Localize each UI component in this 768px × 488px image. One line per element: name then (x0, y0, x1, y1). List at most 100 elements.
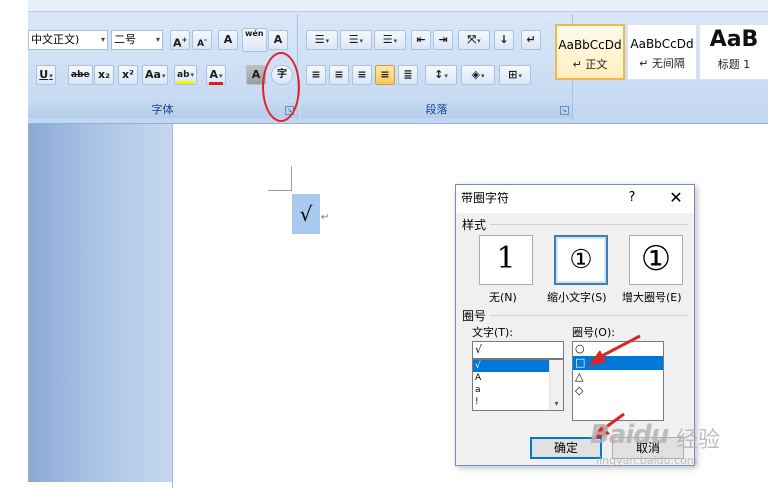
chevron-down-icon: ▾ (325, 37, 330, 45)
distribute-icon: ≣ (403, 68, 413, 81)
clear-format-button[interactable]: A (218, 30, 238, 50)
selected-character[interactable]: √ (292, 194, 320, 234)
listbox-scrollbar[interactable]: ▾ (549, 360, 563, 410)
align-left-icon: ≡ (311, 68, 321, 81)
subscript-button[interactable]: x₂ (94, 65, 114, 85)
line-spacing-button[interactable]: ↕▾ (425, 65, 457, 85)
style-no-spacing[interactable]: AaBbCcDd ↵ 无间隔 (627, 24, 697, 80)
chevron-down-icon: ▾ (161, 72, 166, 80)
chevron-down-icon: ▾ (49, 72, 53, 80)
circle-field-label: 圈号(O): (572, 326, 615, 339)
grow-font-sup: + (181, 36, 188, 44)
dialog-title: 带圈字符 (456, 185, 694, 213)
help-icon[interactable]: ? (622, 185, 642, 213)
text-listbox[interactable]: √ A a ! ▾ (472, 359, 564, 411)
watermark-url: jingyan.baidu.com (596, 454, 698, 467)
strikethrough-button[interactable]: abe (68, 65, 93, 85)
watermark: Baidu 经验 jingyan.baidu.com (590, 420, 740, 480)
list-item[interactable]: □ (573, 356, 663, 370)
phonetic-guide-button[interactable]: wén (242, 28, 267, 52)
style-option-enlarge-symbol[interactable]: ① (629, 235, 683, 285)
font-group-label: 字体 (28, 102, 297, 118)
clear-format-icon: A (223, 33, 233, 46)
borders-button[interactable]: ⊞▾ (499, 65, 531, 85)
char-border-icon: A (273, 33, 283, 46)
shrink-font-button[interactable]: A- (192, 30, 212, 50)
change-case-icon: Aa (145, 68, 161, 81)
style-heading-1[interactable]: AaB 标题 1 (699, 24, 768, 80)
close-icon[interactable]: ✕ (662, 185, 690, 213)
style-shrink-glyph: ① (569, 245, 593, 275)
numbering-button[interactable]: ☰▾ (340, 30, 372, 50)
bullets-button[interactable]: ☰▾ (306, 30, 338, 50)
increase-indent-button[interactable]: ⇥ (433, 30, 453, 50)
ribbon: 中文正文) ▾ 二号 ▾ A+ A- A wén A U▾ abe x₂ x² … (28, 0, 768, 124)
enclosure-section-label: 圈号 (462, 309, 487, 323)
show-marks-button[interactable]: ↵ (521, 30, 541, 50)
word-window: 中文正文) ▾ 二号 ▾ A+ A- A wén A U▾ abe x₂ x² … (0, 0, 768, 488)
text-input[interactable]: √ (472, 341, 564, 359)
bullet-list-icon: ☰ (314, 33, 325, 46)
change-case-button[interactable]: Aa▾ (142, 65, 169, 85)
shrink-font-sup: - (204, 36, 207, 44)
font-color-button[interactable]: A▾ (206, 65, 226, 85)
multilevel-list-button[interactable]: ☰▾ (374, 30, 406, 50)
chevron-down-icon: ▾ (155, 35, 160, 44)
highlight-color-bar (177, 81, 195, 84)
chevron-down-icon: ▾ (100, 35, 105, 44)
sort-button[interactable]: ↓ (494, 30, 514, 50)
style-sample: AaBbCcDd (558, 38, 622, 52)
decrease-indent-button[interactable]: ⇤ (411, 30, 431, 50)
font-name-combo[interactable]: 中文正文) ▾ (28, 30, 108, 50)
list-item[interactable]: ○ (573, 342, 663, 356)
grow-font-button[interactable]: A+ (170, 30, 191, 50)
paragraph-mark-icon: ↵ (526, 33, 536, 46)
shrink-font-icon: A (197, 39, 205, 49)
distribute-button[interactable]: ≣ (398, 65, 418, 85)
shading-button[interactable]: ◈▾ (461, 65, 495, 85)
font-color-bar (209, 82, 223, 85)
annotation-circle (262, 52, 300, 122)
char-border-button[interactable]: A (268, 30, 288, 50)
justify-button[interactable]: ≡ (375, 65, 395, 85)
align-left-button[interactable]: ≡ (306, 65, 326, 85)
style-sample: AaB (709, 27, 759, 52)
style-section-label: 样式 (462, 218, 487, 232)
style-enlarge-label: 增大圈号(E) (622, 291, 682, 304)
align-center-icon: ≡ (334, 68, 344, 81)
font-name-value: 中文正文) (31, 33, 80, 46)
highlight-button[interactable]: ab▾ (174, 65, 198, 85)
divider (490, 224, 688, 225)
style-name: ↵ 无间隔 (639, 57, 685, 70)
chevron-down-icon: ▾ (477, 37, 481, 45)
underline-button[interactable]: U▾ (36, 65, 56, 85)
chevron-down-icon: ▾ (219, 72, 223, 80)
style-option-shrink-text[interactable]: ① (554, 235, 608, 285)
line-spacing-icon: ↕ (434, 68, 444, 81)
chevron-down-icon[interactable]: ▾ (550, 397, 563, 410)
underline-icon: U (39, 68, 49, 81)
circle-listbox[interactable]: ○ □ △ ◇ (572, 341, 664, 421)
increase-indent-icon: ⇥ (438, 33, 448, 46)
paint-bucket-icon: ◈ (471, 68, 480, 81)
chevron-down-icon: ▾ (444, 72, 448, 80)
style-name: 标题 1 (717, 58, 751, 71)
align-right-button[interactable]: ≡ (352, 65, 372, 85)
chinese-layout-button[interactable]: ⤧▾ (458, 30, 490, 50)
numbered-list-icon: ☰ (348, 33, 359, 46)
list-item[interactable]: ◇ (573, 384, 663, 398)
font-size-combo[interactable]: 二号 ▾ (111, 30, 163, 50)
watermark-text: 经验 (676, 428, 721, 453)
styles-group: AaBbCcDd ↵ 正文 AaBbCcDd ↵ 无间隔 AaB 标题 1 (550, 18, 768, 118)
dialog-title-text: 带圈字符 (461, 191, 510, 205)
chevron-down-icon: ▾ (480, 72, 485, 80)
borders-icon: ⊞ (508, 68, 518, 81)
paragraph-mark: ↵ (321, 212, 330, 223)
style-normal[interactable]: AaBbCcDd ↵ 正文 (555, 24, 625, 80)
style-option-none[interactable]: 1 (479, 235, 533, 285)
highlighter-icon: ab (177, 70, 190, 80)
list-item[interactable]: △ (573, 370, 663, 384)
align-center-button[interactable]: ≡ (329, 65, 349, 85)
superscript-button[interactable]: x² (118, 65, 138, 85)
style-shrink-label: 缩小文字(S) (547, 291, 607, 304)
